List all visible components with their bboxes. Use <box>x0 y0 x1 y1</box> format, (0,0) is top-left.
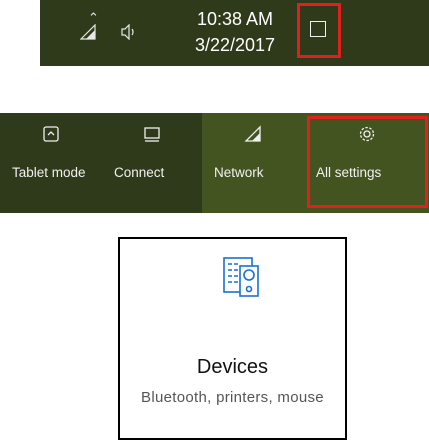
volume-icon[interactable] <box>120 23 138 45</box>
network-icon[interactable] <box>79 23 98 45</box>
clock-time[interactable]: 10:38 AM <box>190 8 280 30</box>
tile-label: Tablet mode <box>12 165 86 180</box>
tile-label: Network <box>214 165 264 180</box>
taskbar: ⌃ 10:38 AM 3/22/2017 <box>40 0 429 66</box>
settings-tile-description: Bluetooth, printers, mouse <box>141 389 324 406</box>
connect-icon <box>102 125 202 148</box>
tile-network[interactable]: Network <box>202 113 304 213</box>
tile-connect[interactable]: Connect <box>102 113 202 213</box>
tile-label: All settings <box>316 165 382 180</box>
clock-date[interactable]: 3/22/2017 <box>180 34 290 56</box>
tablet-mode-icon <box>0 125 102 148</box>
network-icon <box>202 125 304 148</box>
screen: ⌃ 10:38 AM 3/22/2017 Tablet mode Connect… <box>0 0 429 441</box>
tile-tablet-mode[interactable]: Tablet mode <box>0 113 102 213</box>
devices-icon <box>222 250 262 298</box>
settings-tile-devices[interactable]: Devices Bluetooth, printers, mouse <box>118 237 347 440</box>
action-center-tiles: Tablet mode Connect Network All settings <box>0 113 429 213</box>
notification-center-icon <box>310 21 326 37</box>
tile-all-settings[interactable]: All settings <box>304 113 429 213</box>
tile-label: Connect <box>114 165 165 180</box>
notification-center-button[interactable] <box>297 3 341 58</box>
gear-icon <box>304 125 429 148</box>
settings-tile-title: Devices <box>196 356 269 378</box>
